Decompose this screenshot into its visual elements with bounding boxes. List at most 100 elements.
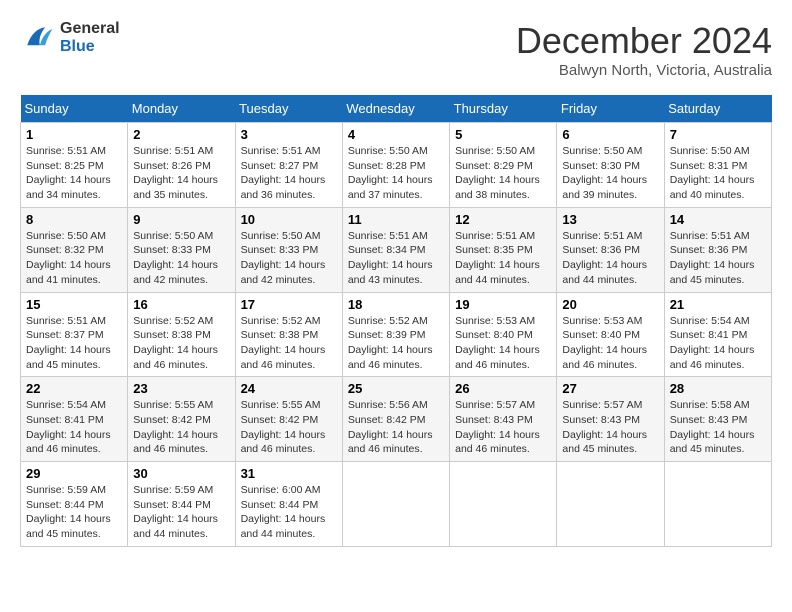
calendar-table: SundayMondayTuesdayWednesdayThursdayFrid… xyxy=(20,95,772,547)
day-number: 30 xyxy=(133,466,229,481)
day-cell-15: 15 Sunrise: 5:51 AMSunset: 8:37 PMDayligh… xyxy=(21,292,128,377)
day-number: 22 xyxy=(26,381,122,396)
day-number: 13 xyxy=(562,212,658,227)
header-friday: Friday xyxy=(557,95,664,123)
day-cell-6: 6 Sunrise: 5:50 AMSunset: 8:30 PMDaylight… xyxy=(557,123,664,208)
month-title: December 2024 xyxy=(516,20,772,62)
day-cell-30: 30 Sunrise: 5:59 AMSunset: 8:44 PMDayligh… xyxy=(128,462,235,547)
day-info: Sunrise: 5:57 AMSunset: 8:43 PMDaylight:… xyxy=(562,398,658,457)
day-info: Sunrise: 5:53 AMSunset: 8:40 PMDaylight:… xyxy=(562,314,658,373)
day-info: Sunrise: 5:52 AMSunset: 8:38 PMDaylight:… xyxy=(241,314,337,373)
day-info: Sunrise: 5:52 AMSunset: 8:38 PMDaylight:… xyxy=(133,314,229,373)
day-info: Sunrise: 5:51 AMSunset: 8:34 PMDaylight:… xyxy=(348,229,444,288)
title-block: December 2024 Balwyn North, Victoria, Au… xyxy=(516,20,772,79)
header-row: SundayMondayTuesdayWednesdayThursdayFrid… xyxy=(21,95,772,123)
day-info: Sunrise: 5:50 AMSunset: 8:33 PMDaylight:… xyxy=(133,229,229,288)
day-number: 2 xyxy=(133,127,229,142)
day-info: Sunrise: 5:56 AMSunset: 8:42 PMDaylight:… xyxy=(348,398,444,457)
page-header: General Blue December 2024 Balwyn North,… xyxy=(20,20,772,79)
header-tuesday: Tuesday xyxy=(235,95,342,123)
day-number: 29 xyxy=(26,466,122,481)
day-number: 25 xyxy=(348,381,444,396)
day-number: 27 xyxy=(562,381,658,396)
empty-cell xyxy=(450,462,557,547)
day-cell-23: 23 Sunrise: 5:55 AMSunset: 8:42 PMDayligh… xyxy=(128,377,235,462)
day-info: Sunrise: 5:55 AMSunset: 8:42 PMDaylight:… xyxy=(241,398,337,457)
day-cell-27: 27 Sunrise: 5:57 AMSunset: 8:43 PMDayligh… xyxy=(557,377,664,462)
day-number: 23 xyxy=(133,381,229,396)
day-cell-18: 18 Sunrise: 5:52 AMSunset: 8:39 PMDayligh… xyxy=(342,292,449,377)
header-wednesday: Wednesday xyxy=(342,95,449,123)
day-number: 12 xyxy=(455,212,551,227)
day-info: Sunrise: 6:00 AMSunset: 8:44 PMDaylight:… xyxy=(241,483,337,542)
day-number: 9 xyxy=(133,212,229,227)
day-cell-28: 28Sunrise: 5:58 AMSunset: 8:43 PMDayligh… xyxy=(664,377,771,462)
location-subtitle: Balwyn North, Victoria, Australia xyxy=(516,62,772,79)
day-info: Sunrise: 5:54 AMSunset: 8:41 PMDaylight:… xyxy=(26,398,122,457)
day-cell-31: 31 Sunrise: 6:00 AMSunset: 8:44 PMDayligh… xyxy=(235,462,342,547)
header-monday: Monday xyxy=(128,95,235,123)
day-info: Sunrise: 5:50 AMSunset: 8:33 PMDaylight:… xyxy=(241,229,337,288)
day-info: Sunrise: 5:50 AMSunset: 8:29 PMDaylight:… xyxy=(455,144,551,203)
header-saturday: Saturday xyxy=(664,95,771,123)
day-cell-26: 26 Sunrise: 5:57 AMSunset: 8:43 PMDayligh… xyxy=(450,377,557,462)
week-row-5: 29 Sunrise: 5:59 AMSunset: 8:44 PMDayligh… xyxy=(21,462,772,547)
day-info: Sunrise: 5:58 AMSunset: 8:43 PMDaylight:… xyxy=(670,398,766,457)
logo-icon xyxy=(20,20,56,56)
day-cell-1: 1 Sunrise: 5:51 AMSunset: 8:25 PMDaylight… xyxy=(21,123,128,208)
day-cell-8: 8 Sunrise: 5:50 AMSunset: 8:32 PMDaylight… xyxy=(21,207,128,292)
day-number: 10 xyxy=(241,212,337,227)
day-cell-20: 20Sunrise: 5:53 AMSunset: 8:40 PMDayligh… xyxy=(557,292,664,377)
day-number: 31 xyxy=(241,466,337,481)
day-number: 5 xyxy=(455,127,551,142)
week-row-3: 15 Sunrise: 5:51 AMSunset: 8:37 PMDayligh… xyxy=(21,292,772,377)
day-number: 21 xyxy=(670,297,766,312)
day-number: 19 xyxy=(455,297,551,312)
day-number: 11 xyxy=(348,212,444,227)
day-info: Sunrise: 5:59 AMSunset: 8:44 PMDaylight:… xyxy=(26,483,122,542)
day-cell-9: 9 Sunrise: 5:50 AMSunset: 8:33 PMDaylight… xyxy=(128,207,235,292)
day-cell-10: 10 Sunrise: 5:50 AMSunset: 8:33 PMDayligh… xyxy=(235,207,342,292)
day-number: 6 xyxy=(562,127,658,142)
day-info: Sunrise: 5:57 AMSunset: 8:43 PMDaylight:… xyxy=(455,398,551,457)
day-number: 15 xyxy=(26,297,122,312)
day-cell-19: 19Sunrise: 5:53 AMSunset: 8:40 PMDayligh… xyxy=(450,292,557,377)
day-cell-11: 11 Sunrise: 5:51 AMSunset: 8:34 PMDayligh… xyxy=(342,207,449,292)
day-info: Sunrise: 5:51 AMSunset: 8:36 PMDaylight:… xyxy=(670,229,766,288)
day-number: 3 xyxy=(241,127,337,142)
day-cell-17: 17Sunrise: 5:52 AMSunset: 8:38 PMDayligh… xyxy=(235,292,342,377)
week-row-1: 1 Sunrise: 5:51 AMSunset: 8:25 PMDaylight… xyxy=(21,123,772,208)
header-sunday: Sunday xyxy=(21,95,128,123)
day-info: Sunrise: 5:52 AMSunset: 8:39 PMDaylight:… xyxy=(348,314,444,373)
day-info: Sunrise: 5:59 AMSunset: 8:44 PMDaylight:… xyxy=(133,483,229,542)
day-cell-29: 29 Sunrise: 5:59 AMSunset: 8:44 PMDayligh… xyxy=(21,462,128,547)
day-info: Sunrise: 5:51 AMSunset: 8:25 PMDaylight:… xyxy=(26,144,122,203)
day-number: 1 xyxy=(26,127,122,142)
day-number: 18 xyxy=(348,297,444,312)
day-cell-7: 7Sunrise: 5:50 AMSunset: 8:31 PMDaylight… xyxy=(664,123,771,208)
day-info: Sunrise: 5:50 AMSunset: 8:31 PMDaylight:… xyxy=(670,144,766,203)
logo: General Blue xyxy=(20,20,120,56)
day-info: Sunrise: 5:54 AMSunset: 8:41 PMDaylight:… xyxy=(670,314,766,373)
week-row-4: 22 Sunrise: 5:54 AMSunset: 8:41 PMDayligh… xyxy=(21,377,772,462)
day-cell-14: 14Sunrise: 5:51 AMSunset: 8:36 PMDayligh… xyxy=(664,207,771,292)
day-info: Sunrise: 5:55 AMSunset: 8:42 PMDaylight:… xyxy=(133,398,229,457)
empty-cell xyxy=(557,462,664,547)
day-info: Sunrise: 5:50 AMSunset: 8:28 PMDaylight:… xyxy=(348,144,444,203)
week-row-2: 8 Sunrise: 5:50 AMSunset: 8:32 PMDaylight… xyxy=(21,207,772,292)
day-cell-13: 13 Sunrise: 5:51 AMSunset: 8:36 PMDayligh… xyxy=(557,207,664,292)
day-number: 26 xyxy=(455,381,551,396)
day-info: Sunrise: 5:50 AMSunset: 8:32 PMDaylight:… xyxy=(26,229,122,288)
day-number: 8 xyxy=(26,212,122,227)
day-info: Sunrise: 5:51 AMSunset: 8:26 PMDaylight:… xyxy=(133,144,229,203)
day-cell-16: 16 Sunrise: 5:52 AMSunset: 8:38 PMDayligh… xyxy=(128,292,235,377)
day-cell-5: 5 Sunrise: 5:50 AMSunset: 8:29 PMDaylight… xyxy=(450,123,557,208)
day-cell-22: 22 Sunrise: 5:54 AMSunset: 8:41 PMDayligh… xyxy=(21,377,128,462)
day-info: Sunrise: 5:50 AMSunset: 8:30 PMDaylight:… xyxy=(562,144,658,203)
day-cell-12: 12Sunrise: 5:51 AMSunset: 8:35 PMDayligh… xyxy=(450,207,557,292)
empty-cell xyxy=(342,462,449,547)
day-cell-21: 21 Sunrise: 5:54 AMSunset: 8:41 PMDayligh… xyxy=(664,292,771,377)
day-info: Sunrise: 5:51 AMSunset: 8:37 PMDaylight:… xyxy=(26,314,122,373)
day-number: 16 xyxy=(133,297,229,312)
day-info: Sunrise: 5:51 AMSunset: 8:36 PMDaylight:… xyxy=(562,229,658,288)
